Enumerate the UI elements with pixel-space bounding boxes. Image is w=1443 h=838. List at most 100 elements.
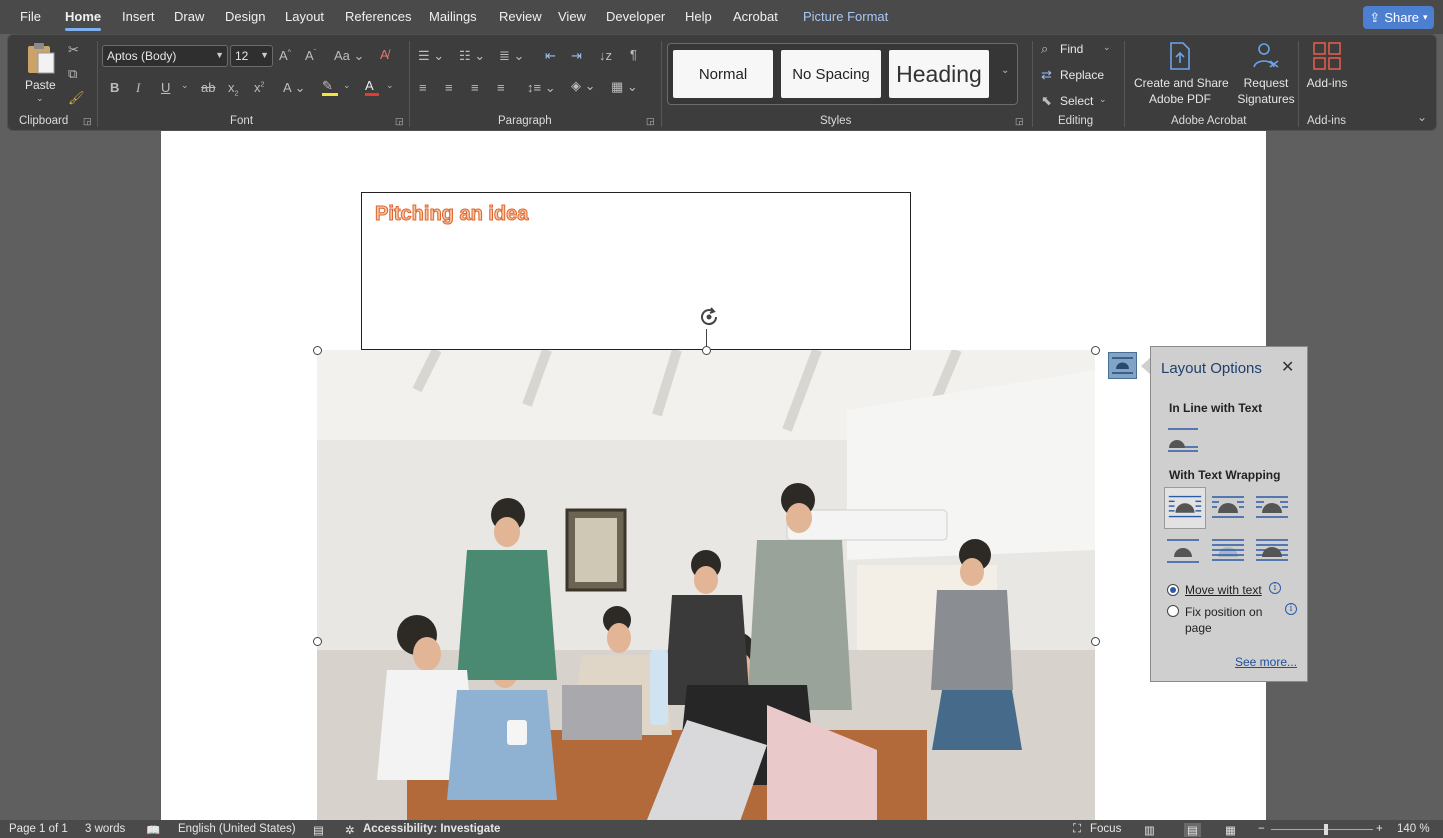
subscript-icon[interactable]: x2	[228, 81, 238, 97]
zoom-in-icon[interactable]: +	[1376, 823, 1383, 835]
line-spacing-icon[interactable]: ↕≡ ⌄	[527, 81, 556, 94]
track-changes-icon[interactable]: ▤	[313, 823, 324, 837]
menu-draw[interactable]: Draw	[174, 9, 204, 24]
resize-handle-right[interactable]	[1091, 637, 1100, 646]
multilevel-list-icon[interactable]: ≣ ⌄	[499, 49, 524, 62]
wrap-inline-icon[interactable]	[1165, 424, 1201, 460]
bold-icon[interactable]: B	[110, 81, 119, 94]
fix-position-label-2[interactable]: page	[1185, 620, 1212, 636]
focus-label[interactable]: Focus	[1090, 823, 1121, 835]
font-color-icon[interactable]: A	[365, 79, 379, 96]
style-normal[interactable]: Normal	[673, 50, 773, 98]
wrap-behind-text-icon[interactable]	[1210, 533, 1246, 569]
add-ins-button[interactable]: Add-ins	[1302, 39, 1352, 109]
menu-file[interactable]: File	[20, 9, 41, 24]
menu-insert[interactable]: Insert	[122, 9, 155, 24]
italic-icon[interactable]: I	[136, 81, 140, 94]
close-icon[interactable]: ✕	[1281, 357, 1294, 377]
find-button[interactable]: ⌕ Find ⌄	[1041, 41, 1111, 59]
resize-handle-top[interactable]	[702, 346, 711, 355]
decrease-indent-icon[interactable]: ⇤	[545, 49, 556, 62]
chevron-down-icon[interactable]: ⌄	[343, 81, 351, 90]
cut-icon[interactable]: ✂	[68, 43, 79, 56]
sort-icon[interactable]: ↓z	[599, 49, 612, 62]
shrink-font-icon[interactable]: Aˇ	[305, 49, 316, 62]
replace-button[interactable]: ⇄ Replace	[1041, 67, 1116, 85]
select-button[interactable]: ⬉ Select ⌄	[1041, 93, 1116, 111]
proofing-icon[interactable]: 📖	[146, 823, 160, 837]
superscript-icon[interactable]: x2	[254, 81, 264, 94]
page-count[interactable]: Page 1 of 1	[9, 823, 68, 835]
chevron-down-icon[interactable]: ⌄	[181, 81, 189, 90]
show-formatting-icon[interactable]: ¶	[630, 48, 637, 61]
fix-position-radio[interactable]	[1167, 605, 1179, 617]
collapse-ribbon-icon[interactable]: ⌄	[1417, 111, 1427, 123]
menu-developer[interactable]: Developer	[606, 9, 665, 24]
paste-button[interactable]: Paste ⌄	[22, 39, 60, 105]
menu-design[interactable]: Design	[225, 9, 265, 24]
text-effects-icon[interactable]: A ⌄	[283, 81, 305, 94]
align-right-icon[interactable]: ≡	[471, 81, 479, 94]
format-painter-icon[interactable]: 🖌	[68, 91, 85, 104]
accessibility-status[interactable]: Accessibility: Investigate	[363, 823, 500, 835]
zoom-level[interactable]: 140 %	[1397, 823, 1430, 835]
highlight-icon[interactable]: ✎	[322, 79, 338, 96]
menu-references[interactable]: References	[345, 9, 411, 24]
dialog-launcher-icon[interactable]: ◲	[395, 117, 404, 126]
layout-options-button[interactable]	[1108, 352, 1137, 379]
print-layout-icon[interactable]: ▤	[1184, 823, 1201, 837]
dialog-launcher-icon[interactable]: ◲	[83, 117, 92, 126]
focus-icon[interactable]: ⛶	[1073, 823, 1081, 836]
zoom-slider-thumb[interactable]	[1324, 824, 1328, 835]
justify-icon[interactable]: ≡	[497, 81, 505, 94]
info-icon[interactable]: i	[1285, 603, 1297, 615]
copy-icon[interactable]: ⧉	[68, 67, 77, 80]
shading-icon[interactable]: ◈ ⌄	[571, 79, 596, 92]
borders-icon[interactable]: ▦ ⌄	[611, 80, 638, 93]
increase-indent-icon[interactable]: ⇥	[571, 49, 582, 62]
rotate-handle-icon[interactable]	[696, 304, 722, 330]
font-name-combo[interactable]: Aptos (Body) ▼	[102, 45, 228, 67]
clear-formatting-icon[interactable]: A̸	[380, 48, 389, 61]
zoom-slider[interactable]	[1271, 824, 1373, 835]
see-more-link[interactable]: See more...	[1235, 655, 1297, 669]
dialog-launcher-icon[interactable]: ◲	[1015, 117, 1024, 126]
wrap-in-front-icon[interactable]	[1254, 533, 1290, 569]
align-center-icon[interactable]: ≡	[445, 81, 453, 94]
read-mode-icon[interactable]: ▥	[1144, 823, 1155, 837]
word-count[interactable]: 3 words	[85, 823, 125, 835]
menu-view[interactable]: View	[558, 9, 586, 24]
info-icon[interactable]: i	[1269, 582, 1281, 594]
bullets-icon[interactable]: ☰ ⌄	[418, 49, 444, 62]
align-left-icon[interactable]: ≡	[419, 81, 427, 94]
menu-review[interactable]: Review	[499, 9, 542, 24]
web-layout-icon[interactable]: ▦	[1225, 823, 1236, 837]
wrap-tight-icon[interactable]	[1210, 490, 1246, 526]
create-share-pdf-button[interactable]: Create and Share Adobe PDF	[1132, 39, 1229, 109]
styles-more-icon[interactable]: ⌄	[1001, 66, 1009, 76]
wrap-through-icon[interactable]	[1254, 490, 1290, 526]
wrap-square-icon[interactable]	[1164, 487, 1206, 529]
change-case-icon[interactable]: Aa ⌄	[334, 49, 364, 62]
share-button[interactable]: ⇪ Share ▾	[1363, 6, 1434, 29]
zoom-out-icon[interactable]: −	[1258, 823, 1265, 835]
wrap-top-bottom-icon[interactable]	[1165, 533, 1201, 569]
resize-handle-top-left[interactable]	[313, 346, 322, 355]
selected-picture[interactable]	[317, 350, 1095, 820]
language-label[interactable]: English (United States)	[178, 823, 296, 835]
numbering-icon[interactable]: ☷ ⌄	[459, 49, 485, 62]
fix-position-label-1[interactable]: Fix position on	[1185, 604, 1262, 620]
menu-mailings[interactable]: Mailings	[429, 9, 477, 24]
font-size-combo[interactable]: 12 ▼	[230, 45, 273, 67]
title-textbox[interactable]: Pitching an idea	[361, 192, 911, 350]
menu-help[interactable]: Help	[685, 9, 712, 24]
menu-picture-format[interactable]: Picture Format	[803, 9, 888, 24]
request-signatures-button[interactable]: Request Signatures	[1230, 39, 1302, 109]
menu-layout[interactable]: Layout	[285, 9, 324, 24]
menu-home[interactable]: Home	[65, 9, 102, 31]
move-with-text-radio[interactable]	[1167, 584, 1179, 596]
chevron-down-icon[interactable]: ⌄	[386, 81, 394, 90]
style-heading[interactable]: Heading	[889, 50, 989, 98]
underline-icon[interactable]: U	[161, 81, 170, 94]
menu-acrobat[interactable]: Acrobat	[733, 9, 778, 24]
